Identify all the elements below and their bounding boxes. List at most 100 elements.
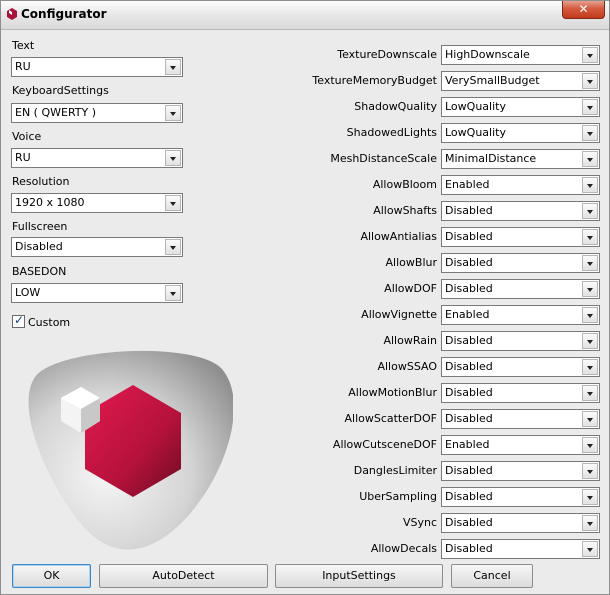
setting-label-allowblur: AllowBlur bbox=[385, 256, 437, 269]
text-label: Text bbox=[12, 39, 35, 52]
custom-label: Custom bbox=[28, 316, 71, 329]
setting-select-allowdecals[interactable]: Disabled bbox=[441, 539, 600, 559]
chevron-down-icon[interactable] bbox=[582, 411, 598, 427]
chevron-down-icon[interactable] bbox=[582, 541, 598, 557]
chevron-down-icon[interactable] bbox=[582, 125, 598, 141]
keyboard-settings-select[interactable]: EN ( QWERTY ) bbox=[11, 103, 183, 123]
setting-value-allowantialias: Disabled bbox=[445, 230, 493, 243]
setting-value-ubersampling: Disabled bbox=[445, 490, 493, 503]
chevron-down-icon[interactable] bbox=[165, 59, 181, 75]
chevron-down-icon[interactable] bbox=[582, 229, 598, 245]
resolution-select[interactable]: 1920 x 1080 bbox=[11, 193, 183, 213]
fullscreen-label: Fullscreen bbox=[12, 220, 68, 233]
setting-select-allowssao[interactable]: Disabled bbox=[441, 357, 600, 377]
setting-select-texturedownscale[interactable]: HighDownscale bbox=[441, 45, 600, 65]
setting-label-ubersampling: UberSampling bbox=[359, 490, 437, 503]
setting-value-allowscatterdof: Disabled bbox=[445, 412, 493, 425]
basedon-select[interactable]: LOW bbox=[11, 283, 183, 303]
chevron-down-icon[interactable] bbox=[582, 489, 598, 505]
voice-label: Voice bbox=[12, 130, 42, 143]
title-bar[interactable]: Configurator ✕ bbox=[1, 1, 609, 30]
setting-value-texturememorybudget: VerySmallBudget bbox=[445, 74, 540, 87]
chevron-down-icon[interactable] bbox=[582, 73, 598, 89]
chevron-down-icon[interactable] bbox=[165, 239, 181, 255]
chevron-down-icon[interactable] bbox=[165, 150, 181, 166]
resolution-label: Resolution bbox=[12, 175, 70, 188]
setting-select-ubersampling[interactable]: Disabled bbox=[441, 487, 600, 507]
window-title: Configurator bbox=[21, 7, 107, 21]
setting-label-allowssao: AllowSSAO bbox=[377, 360, 437, 373]
custom-checkbox[interactable]: ✓ bbox=[12, 313, 25, 328]
text-select-value: RU bbox=[15, 60, 31, 73]
setting-select-allowmotionblur[interactable]: Disabled bbox=[441, 383, 600, 403]
setting-select-allowbloom[interactable]: Enabled bbox=[441, 175, 600, 195]
setting-select-allowblur[interactable]: Disabled bbox=[441, 253, 600, 273]
text-select[interactable]: RU bbox=[11, 57, 183, 77]
setting-value-allowvignette: Enabled bbox=[445, 308, 490, 321]
setting-select-allowshafts[interactable]: Disabled bbox=[441, 201, 600, 221]
chevron-down-icon[interactable] bbox=[582, 385, 598, 401]
setting-value-dangleslimiter: Disabled bbox=[445, 464, 493, 477]
setting-value-allowblur: Disabled bbox=[445, 256, 493, 269]
keyboard-settings-label: KeyboardSettings bbox=[12, 84, 109, 97]
keyboard-settings-value: EN ( QWERTY ) bbox=[15, 106, 97, 119]
chevron-down-icon[interactable] bbox=[582, 203, 598, 219]
voice-select-value: RU bbox=[15, 151, 31, 164]
setting-select-allowscatterdof[interactable]: Disabled bbox=[441, 409, 600, 429]
chevron-down-icon[interactable] bbox=[582, 151, 598, 167]
chevron-down-icon[interactable] bbox=[582, 99, 598, 115]
chevron-down-icon[interactable] bbox=[582, 515, 598, 531]
setting-label-allowdecals: AllowDecals bbox=[370, 542, 437, 555]
app-icon bbox=[7, 8, 17, 20]
chevron-down-icon[interactable] bbox=[165, 195, 181, 211]
chevron-down-icon[interactable] bbox=[582, 333, 598, 349]
setting-label-allowantialias: AllowAntialias bbox=[360, 230, 437, 243]
setting-label-allowvignette: AllowVignette bbox=[361, 308, 437, 321]
setting-label-vsync: VSync bbox=[402, 516, 437, 529]
setting-select-texturememorybudget[interactable]: VerySmallBudget bbox=[441, 71, 600, 91]
setting-label-allowrain: AllowRain bbox=[383, 334, 437, 347]
setting-value-meshdistancescale: MinimalDistance bbox=[445, 152, 537, 165]
setting-value-allowrain: Disabled bbox=[445, 334, 493, 347]
setting-value-allowmotionblur: Disabled bbox=[445, 386, 493, 399]
chevron-down-icon[interactable] bbox=[582, 47, 598, 63]
setting-label-allowmotionblur: AllowMotionBlur bbox=[348, 386, 437, 399]
setting-select-allowcutscenedof[interactable]: Enabled bbox=[441, 435, 600, 455]
setting-select-allowrain[interactable]: Disabled bbox=[441, 331, 600, 351]
chevron-down-icon[interactable] bbox=[582, 177, 598, 193]
chevron-down-icon[interactable] bbox=[165, 105, 181, 121]
chevron-down-icon[interactable] bbox=[582, 359, 598, 375]
hexagon-cube-logo bbox=[28, 350, 233, 550]
chevron-down-icon[interactable] bbox=[582, 437, 598, 453]
cancel-button[interactable]: Cancel bbox=[451, 564, 533, 588]
setting-select-allowvignette[interactable]: Enabled bbox=[441, 305, 600, 325]
setting-select-meshdistancescale[interactable]: MinimalDistance bbox=[441, 149, 600, 169]
setting-value-allowcutscenedof: Enabled bbox=[445, 438, 490, 451]
autodetect-button[interactable]: AutoDetect bbox=[99, 564, 268, 588]
setting-label-allowbloom: AllowBloom bbox=[372, 178, 437, 191]
setting-value-vsync: Disabled bbox=[445, 516, 493, 529]
setting-select-shadowedlights[interactable]: LowQuality bbox=[441, 123, 600, 143]
setting-value-allowbloom: Enabled bbox=[445, 178, 490, 191]
configurator-window: Configurator ✕ Text RU KeyboardSettings … bbox=[0, 0, 610, 595]
inputsettings-button[interactable]: InputSettings bbox=[275, 564, 443, 588]
checkmark-icon: ✓ bbox=[14, 313, 25, 327]
setting-select-vsync[interactable]: Disabled bbox=[441, 513, 600, 533]
close-icon: ✕ bbox=[578, 2, 589, 16]
close-button[interactable]: ✕ bbox=[562, 1, 605, 19]
chevron-down-icon[interactable] bbox=[582, 255, 598, 271]
chevron-down-icon[interactable] bbox=[582, 463, 598, 479]
setting-select-shadowquality[interactable]: LowQuality bbox=[441, 97, 600, 117]
voice-select[interactable]: RU bbox=[11, 148, 183, 168]
chevron-down-icon[interactable] bbox=[582, 281, 598, 297]
setting-value-allowdecals: Disabled bbox=[445, 542, 493, 555]
ok-button[interactable]: OK bbox=[12, 564, 91, 588]
basedon-label: BASEDON bbox=[12, 265, 67, 278]
chevron-down-icon[interactable] bbox=[165, 285, 181, 301]
setting-label-allowscatterdof: AllowScatterDOF bbox=[344, 412, 437, 425]
chevron-down-icon[interactable] bbox=[582, 307, 598, 323]
setting-select-allowdof[interactable]: Disabled bbox=[441, 279, 600, 299]
setting-select-dangleslimiter[interactable]: Disabled bbox=[441, 461, 600, 481]
fullscreen-select[interactable]: Disabled bbox=[11, 237, 183, 257]
setting-select-allowantialias[interactable]: Disabled bbox=[441, 227, 600, 247]
